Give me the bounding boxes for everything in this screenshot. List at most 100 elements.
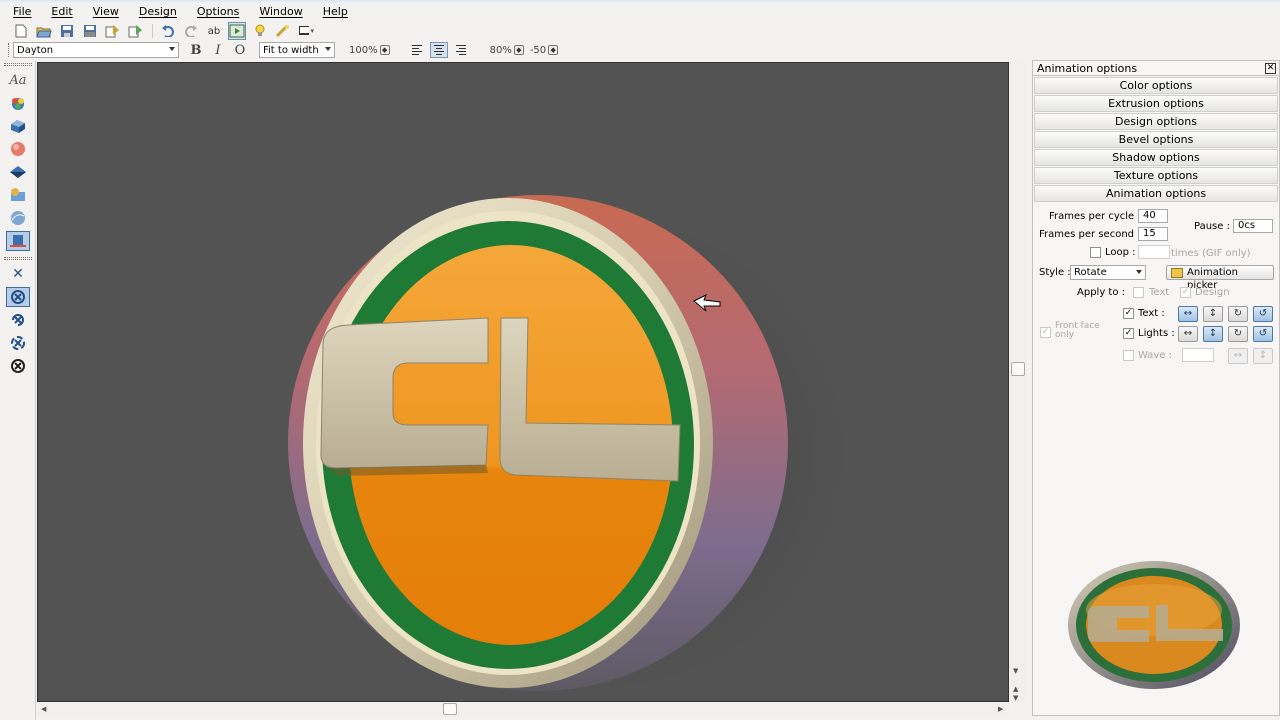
- lights-icon[interactable]: [274, 22, 292, 40]
- lightbulb-icon[interactable]: [251, 22, 269, 40]
- apply-text-checkbox[interactable]: [1133, 287, 1144, 298]
- export-anim-icon[interactable]: [127, 22, 145, 40]
- apply-design-checkbox[interactable]: ✓: [1180, 287, 1191, 298]
- bevel-tool-icon[interactable]: [6, 139, 30, 159]
- rotate-x-tool-icon[interactable]: ✕: [6, 264, 30, 284]
- design-canvas[interactable]: [37, 62, 1009, 702]
- open-icon[interactable]: [35, 22, 53, 40]
- text-rotate-x-button[interactable]: ↔: [1178, 306, 1198, 322]
- bold-button[interactable]: B: [187, 43, 205, 58]
- text-anim-checkbox[interactable]: ✓: [1123, 308, 1134, 319]
- lights-rotate-y-button[interactable]: ↕: [1203, 326, 1223, 342]
- animation-preview-thumbnail: [1068, 561, 1240, 689]
- menu-window[interactable]: Window: [256, 5, 305, 18]
- align-left-button[interactable]: [408, 42, 426, 58]
- section-animation-options[interactable]: Animation options: [1034, 185, 1278, 202]
- wave-vertical-button[interactable]: ↕: [1253, 348, 1273, 364]
- new-icon[interactable]: [12, 22, 30, 40]
- pause-input[interactable]: 0cs: [1233, 219, 1273, 233]
- front-face-checkbox[interactable]: ✓: [1040, 327, 1051, 338]
- main-toolbar: ab ▾: [0, 21, 1280, 41]
- palette-grip-2[interactable]: [4, 257, 32, 260]
- lights-rotate-free-button[interactable]: ↺: [1253, 326, 1273, 342]
- extrusion-tool-icon[interactable]: [6, 116, 30, 136]
- scroll-left-arrow[interactable]: ◀: [41, 705, 46, 713]
- menu-view[interactable]: View: [90, 5, 122, 18]
- wave-input[interactable]: [1182, 348, 1214, 362]
- section-shadow-options[interactable]: Shadow options: [1034, 149, 1278, 166]
- section-color-options[interactable]: Color options: [1034, 77, 1278, 94]
- section-texture-options[interactable]: Texture options: [1034, 167, 1278, 184]
- wave-horizontal-button[interactable]: ↔: [1228, 348, 1248, 364]
- save-as-icon[interactable]: [81, 22, 99, 40]
- reset-rotate-tool-icon[interactable]: [6, 356, 30, 376]
- undo-icon[interactable]: [159, 22, 177, 40]
- loop-count-input[interactable]: [1138, 245, 1170, 259]
- lights-rotate-z-button[interactable]: ↻: [1228, 326, 1248, 342]
- char-spacing-spinner[interactable]: ◆: [548, 45, 559, 55]
- spelling-icon[interactable]: ab: [205, 22, 223, 40]
- save-icon[interactable]: [58, 22, 76, 40]
- shadow-tool-icon[interactable]: [6, 162, 30, 182]
- text-rotate-y-button[interactable]: ↕: [1203, 306, 1223, 322]
- lights-anim-checkbox[interactable]: ✓: [1123, 328, 1134, 339]
- texture-tool-icon[interactable]: [6, 185, 30, 205]
- frames-per-cycle-input[interactable]: 40: [1138, 209, 1168, 223]
- loop-suffix: times (GIF only): [1171, 248, 1251, 259]
- text-tool-icon[interactable]: Aa: [6, 70, 30, 90]
- free-rotate-tool-icon[interactable]: [6, 333, 30, 353]
- frames-per-cycle-label: Frames per cycle :: [1049, 211, 1141, 222]
- menu-options[interactable]: Options: [194, 5, 242, 18]
- horizontal-scrollbar[interactable]: [37, 703, 1009, 717]
- animation-picker-button[interactable]: Animation picker: [1166, 265, 1274, 291]
- frames-per-second-label: Frames per second :: [1039, 229, 1141, 240]
- scroll-page-up-icon[interactable]: ▲: [1013, 685, 1018, 693]
- close-icon[interactable]: ✕: [1265, 63, 1276, 74]
- section-design-options[interactable]: Design options: [1034, 113, 1278, 130]
- menu-help[interactable]: Help: [320, 5, 351, 18]
- section-bevel-options[interactable]: Bevel options: [1034, 131, 1278, 148]
- palette-grip[interactable]: [4, 63, 32, 66]
- color-tool-icon[interactable]: [6, 93, 30, 113]
- align-center-button[interactable]: [429, 42, 448, 58]
- frames-per-second-input[interactable]: 15: [1138, 227, 1168, 241]
- vertical-scrollbar[interactable]: [1010, 62, 1026, 702]
- design-tool-icon[interactable]: [6, 231, 30, 251]
- lights-anim-label: Lights :: [1138, 328, 1175, 339]
- rotate-y-tool-icon[interactable]: [6, 287, 30, 307]
- style-select[interactable]: Rotate: [1070, 265, 1146, 280]
- wave-checkbox[interactable]: [1123, 350, 1134, 361]
- loop-checkbox[interactable]: [1090, 247, 1101, 258]
- line-spacing-spinner[interactable]: ◆: [513, 45, 524, 55]
- menu-edit[interactable]: Edit: [48, 5, 75, 18]
- zoom-select[interactable]: Fit to width: [259, 42, 335, 58]
- font-select[interactable]: Dayton: [13, 42, 179, 58]
- screen-icon[interactable]: ▾: [297, 22, 315, 40]
- italic-button[interactable]: I: [209, 43, 227, 58]
- char-spacing-value: -50: [529, 44, 547, 56]
- export-icon[interactable]: [104, 22, 122, 40]
- horizontal-scroll-thumb[interactable]: [443, 703, 457, 715]
- text-rotate-free-button[interactable]: ↺: [1253, 306, 1273, 322]
- rotate-z-tool-icon[interactable]: [6, 310, 30, 330]
- outline-button[interactable]: O: [231, 43, 249, 58]
- redo-icon[interactable]: [182, 22, 200, 40]
- scroll-down-arrow[interactable]: ▼: [1013, 667, 1018, 675]
- vertical-scroll-thumb[interactable]: [1011, 362, 1025, 376]
- toolbar-grip[interactable]: [8, 43, 10, 57]
- scroll-right-arrow[interactable]: ▶: [998, 705, 1003, 713]
- app-window: File Edit View Design Options Window Hel…: [0, 0, 1280, 720]
- sphere-tool-icon[interactable]: [6, 208, 30, 228]
- panel-title: Animation options: [1033, 61, 1279, 76]
- section-extrusion-options[interactable]: Extrusion options: [1034, 95, 1278, 112]
- logo-render: [288, 195, 848, 693]
- animation-preview-icon[interactable]: [228, 22, 246, 40]
- menu-file[interactable]: File: [10, 5, 34, 18]
- align-right-button[interactable]: [452, 42, 470, 58]
- lights-rotate-x-button[interactable]: ↔: [1178, 326, 1198, 342]
- scroll-page-down-icon[interactable]: ▼: [1013, 694, 1018, 702]
- apply-to-label: Apply to :: [1077, 287, 1125, 298]
- text-rotate-z-button[interactable]: ↻: [1228, 306, 1248, 322]
- menu-design[interactable]: Design: [136, 5, 180, 18]
- font-size-spinner[interactable]: ◆: [379, 45, 390, 55]
